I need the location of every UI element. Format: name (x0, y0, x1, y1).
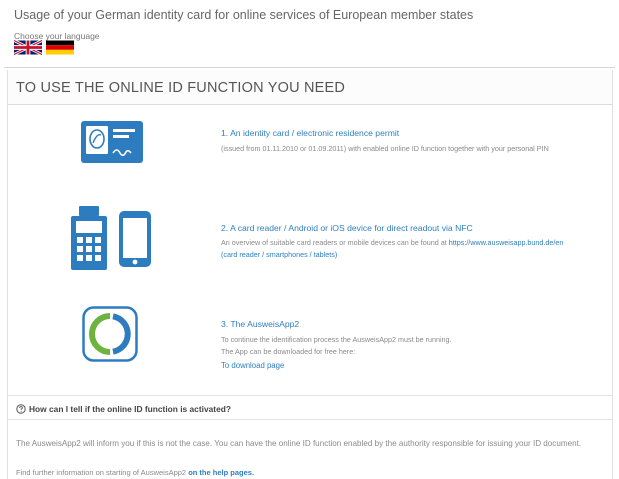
faq-answer: The AusweisApp2 will inform you if this … (16, 439, 582, 448)
requirement-title: 3. The AusweisApp2 (221, 319, 300, 329)
requirement-title: 1. An identity card / electronic residen… (221, 128, 400, 138)
requirement-desc-line2: The App can be downloaded for free here: (221, 347, 356, 356)
requirement-desc: An overview of suitable card readers or … (221, 237, 563, 248)
requirement-title: 2. A card reader / Android or iOS device… (221, 223, 473, 233)
faq-more-info: Find further information on starting of … (16, 468, 254, 477)
question-circle-icon (16, 404, 26, 414)
requirement-desc-text: An overview of suitable card readers or … (221, 238, 449, 247)
divider (8, 419, 612, 420)
requirement-id-card: 1. An identity card / electronic residen… (8, 112, 612, 182)
ausweisapp-icon (82, 306, 138, 362)
german-flag-icon[interactable] (46, 40, 74, 55)
uk-flag-icon[interactable] (14, 40, 42, 55)
page-title: Usage of your German identity card for o… (14, 8, 474, 22)
requirement-ausweisapp: 3. The AusweisApp2 To continue the ident… (8, 298, 612, 378)
language-selector (14, 40, 74, 55)
ausweisapp-link[interactable]: https://www.ausweisapp.bund.de/en (449, 238, 564, 247)
divider (4, 67, 615, 68)
requirement-desc: (issued from 01.11.2010 or 01.09.2011) w… (221, 144, 549, 153)
requirements-card: TO USE THE ONLINE ID FUNCTION YOU NEED 1… (7, 70, 613, 479)
card-reader-smartphone-icon (71, 206, 151, 270)
requirement-card-reader: 2. A card reader / Android or iOS device… (8, 200, 612, 280)
requirement-desc: To continue the identification process t… (221, 335, 452, 344)
card-header: TO USE THE ONLINE ID FUNCTION YOU NEED (8, 70, 612, 105)
faq-more-text: Find further information on starting of … (16, 468, 189, 477)
faq-question[interactable]: How can I tell if the online ID function… (16, 404, 231, 414)
requirement-desc-line2: (card reader / smartphones / tablets) (221, 249, 337, 260)
help-pages-link[interactable]: on the help pages. (188, 468, 254, 477)
id-card-icon (81, 121, 143, 163)
card-title: TO USE THE ONLINE ID FUNCTION YOU NEED (16, 80, 346, 96)
faq-question-text: How can I tell if the online ID function… (29, 404, 231, 414)
card-reader-overview-link[interactable]: (card reader / smartphones / tablets) (221, 250, 337, 259)
download-page-link[interactable]: To download page (221, 360, 284, 371)
divider (8, 395, 612, 396)
